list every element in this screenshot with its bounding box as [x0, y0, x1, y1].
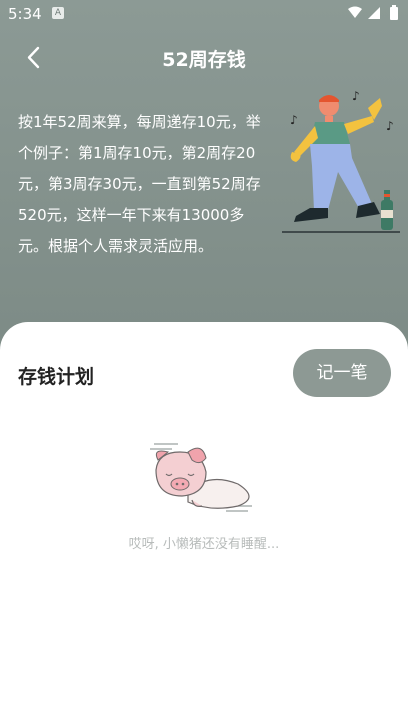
- battery-icon: [390, 7, 398, 20]
- music-note-icon: ♪: [290, 113, 298, 127]
- signal-icon: [368, 7, 380, 19]
- status-bar: 5:34 A: [0, 0, 408, 28]
- notification-icon: A: [52, 7, 64, 19]
- intro-text: 按1年52周来算，每周递存10元，举个例子：第1周存10元，第2周存20元，第3…: [18, 113, 261, 255]
- music-note-icon: ♪: [352, 89, 360, 103]
- empty-state-text: 哎呀, 小懒猪还没有睡醒...: [128, 537, 280, 552]
- music-note-icon: ♪: [386, 119, 394, 133]
- sleeping-pig-icon: [150, 443, 252, 512]
- wifi-icon: [348, 6, 362, 18]
- page-title: 52周存钱: [162, 49, 246, 71]
- dancing-man-illustration: ♪ ♪ ♪: [282, 89, 400, 233]
- status-icons: [348, 5, 398, 20]
- plan-sheet: 存钱计划 记一笔 哎呀, 小懒猪还没有睡醒...: [0, 322, 408, 727]
- nav-bar: 52周存钱: [0, 30, 408, 86]
- plan-title: 存钱计划: [18, 366, 95, 388]
- status-time: 5:34: [8, 5, 42, 23]
- record-button[interactable]: 记一笔: [293, 349, 391, 397]
